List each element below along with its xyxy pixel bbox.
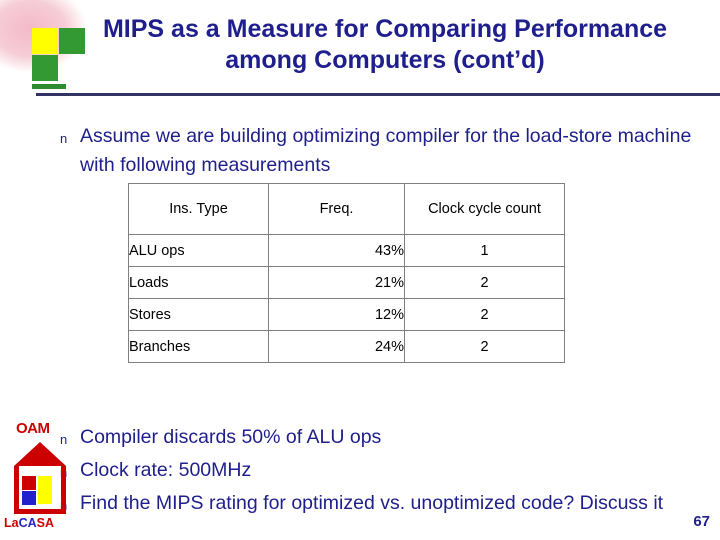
- title-divider: [36, 93, 720, 96]
- table-header-row: Ins. Type Freq. Clock cycle count: [128, 183, 565, 235]
- measurements-table-wrapper: Ins. Type Freq. Clock cycle count ALU op…: [128, 183, 565, 363]
- cell-freq: 24%: [268, 330, 405, 363]
- logo-square-yellow: [38, 476, 52, 504]
- bullet-item-1: n Assume we are building optimizing comp…: [60, 122, 705, 180]
- logo-wordmark-sa: SA: [36, 516, 55, 530]
- bullet-item-4: n Find the MIPS rating for optimized vs.…: [60, 489, 705, 521]
- lacasa-logo: OAM LaCASA: [2, 420, 78, 538]
- logo-oam-text: OAM: [16, 420, 50, 437]
- cell-ins-type: Branches: [128, 330, 269, 363]
- logo-wordmark-la: La: [4, 516, 19, 530]
- cell-ins-type: Stores: [128, 298, 269, 331]
- green-bar: [32, 84, 66, 89]
- bullet-marker-icon: n: [60, 131, 68, 146]
- slide-title: MIPS as a Measure for Comparing Performa…: [102, 15, 668, 74]
- bullet-text-3: Clock rate: 500MHz: [80, 459, 252, 481]
- table-row: Branches 24% 2: [128, 330, 565, 363]
- logo-wordmark-ca: CA: [18, 516, 37, 530]
- cell-count: 2: [404, 266, 565, 299]
- green-square-bottom: [32, 55, 58, 81]
- yellow-square: [32, 28, 58, 54]
- logo-wordmark: LaCASA: [4, 516, 54, 530]
- cell-freq: 12%: [268, 298, 405, 331]
- bullet-text-1: Assume we are building optimizing compil…: [80, 125, 692, 176]
- table-row: ALU ops 43% 1: [128, 234, 565, 267]
- cell-ins-type: Loads: [128, 266, 269, 299]
- bullet-item-3: n Clock rate: 500MHz: [60, 456, 705, 488]
- cell-count: 2: [404, 298, 565, 331]
- house-wall-left: [14, 466, 19, 514]
- measurements-table: Ins. Type Freq. Clock cycle count ALU op…: [128, 183, 565, 363]
- bullet-item-2: n Compiler discards 50% of ALU ops: [60, 423, 705, 455]
- logo-square-red: [22, 476, 36, 490]
- bullet-text-2: Compiler discards 50% of ALU ops: [80, 426, 382, 448]
- table-header-ins-type: Ins. Type: [128, 183, 269, 235]
- cell-freq: 43%: [268, 234, 405, 267]
- cell-freq: 21%: [268, 266, 405, 299]
- cell-ins-type: ALU ops: [128, 234, 269, 267]
- house-wall-right: [61, 466, 66, 514]
- page-number: 67: [693, 513, 710, 530]
- table-row: Stores 12% 2: [128, 298, 565, 331]
- table-header-freq: Freq.: [268, 183, 405, 235]
- logo-square-blue: [22, 491, 36, 505]
- bullet-text-4: Find the MIPS rating for optimized vs. u…: [80, 492, 664, 514]
- table-row: Loads 21% 2: [128, 266, 565, 299]
- cell-count: 2: [404, 330, 565, 363]
- house-roof-icon: [14, 442, 66, 466]
- cell-count: 1: [404, 234, 565, 267]
- house-base: [14, 509, 66, 514]
- table-header-clock-cycle-count: Clock cycle count: [404, 183, 565, 235]
